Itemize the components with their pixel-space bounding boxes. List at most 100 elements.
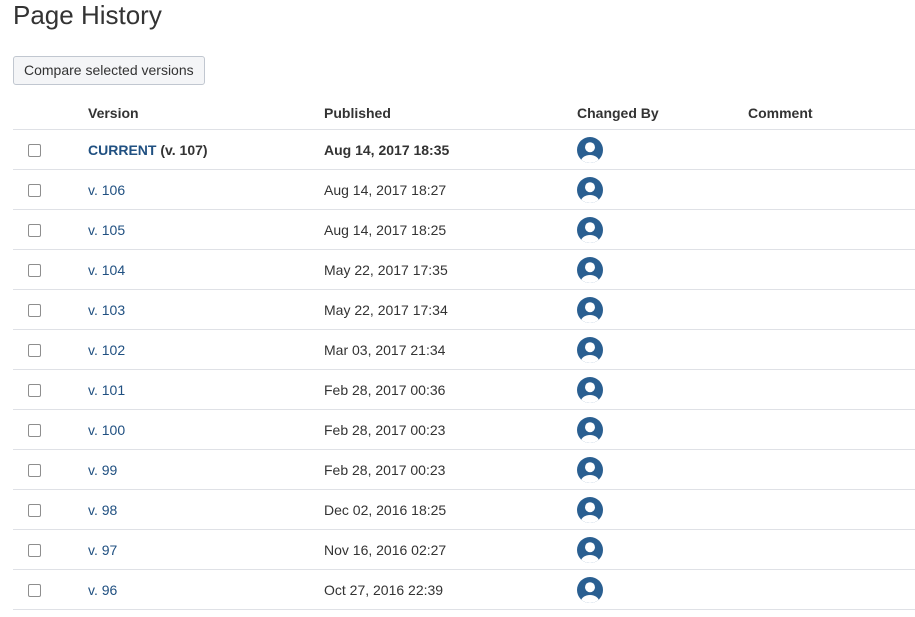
row-select-cell	[13, 169, 88, 210]
header-select	[13, 97, 88, 130]
version-link[interactable]: v. 96	[88, 582, 117, 598]
header-version: Version	[88, 97, 324, 130]
version-link[interactable]: CURRENT	[88, 142, 156, 158]
table-row: v. 102 Mar 03, 2017 21:34	[13, 329, 915, 370]
row-comment-cell	[748, 529, 915, 570]
version-link[interactable]: v. 105	[88, 222, 125, 238]
table-row: v. 101 Feb 28, 2017 00:36	[13, 369, 915, 410]
user-avatar-icon[interactable]	[577, 536, 603, 563]
row-version-cell: v. 103	[88, 289, 324, 330]
published-date: Aug 14, 2017 18:25	[324, 221, 447, 238]
row-comment-cell	[748, 289, 915, 330]
row-select-cell	[13, 529, 88, 570]
user-avatar-icon[interactable]	[577, 456, 603, 483]
row-select-cell	[13, 329, 88, 370]
row-version-cell: v. 98	[88, 489, 324, 530]
user-avatar-icon[interactable]	[577, 376, 603, 403]
table-row: v. 97 Nov 16, 2016 02:27	[13, 529, 915, 570]
page-title: Page History	[13, 0, 162, 30]
row-published-cell: Aug 14, 2017 18:25	[324, 209, 577, 250]
version-checkbox[interactable]	[28, 184, 41, 198]
row-comment-cell	[748, 489, 915, 530]
version-checkbox[interactable]	[28, 584, 41, 598]
row-comment-cell	[748, 209, 915, 250]
row-changed-by-cell	[577, 409, 748, 450]
version-checkbox[interactable]	[28, 424, 41, 438]
row-published-cell: Nov 16, 2016 02:27	[324, 529, 577, 570]
table-row: v. 103 May 22, 2017 17:34	[13, 289, 915, 330]
row-version-cell: v. 96	[88, 569, 324, 610]
table-row: v. 99 Feb 28, 2017 00:23	[13, 449, 915, 490]
row-published-cell: Mar 03, 2017 21:34	[324, 329, 577, 370]
row-published-cell: May 22, 2017 17:35	[324, 249, 577, 290]
user-avatar-icon[interactable]	[577, 256, 603, 283]
row-comment-cell	[748, 569, 915, 610]
user-avatar-icon[interactable]	[577, 216, 603, 243]
version-checkbox[interactable]	[28, 464, 41, 478]
version-history-table: Version Published Changed By Comment CUR…	[13, 97, 915, 610]
user-avatar-icon[interactable]	[577, 416, 603, 443]
table-row: v. 106 Aug 14, 2017 18:27	[13, 169, 915, 210]
row-changed-by-cell	[577, 489, 748, 530]
user-avatar-icon[interactable]	[577, 336, 603, 363]
row-published-cell: Aug 14, 2017 18:35	[324, 129, 577, 170]
published-date: Dec 02, 2016 18:25	[324, 501, 447, 518]
user-avatar-icon[interactable]	[577, 136, 603, 163]
row-version-cell: v. 101	[88, 369, 324, 410]
version-checkbox[interactable]	[28, 264, 41, 278]
table-row: v. 96 Oct 27, 2016 22:39	[13, 569, 915, 610]
user-avatar-icon[interactable]	[577, 496, 603, 523]
user-avatar-icon[interactable]	[577, 176, 603, 203]
user-avatar-icon[interactable]	[577, 296, 603, 323]
row-changed-by-cell	[577, 209, 748, 250]
row-select-cell	[13, 129, 88, 170]
row-changed-by-cell	[577, 289, 748, 330]
header-changed-by: Changed By	[577, 97, 748, 130]
row-version-cell: v. 100	[88, 409, 324, 450]
row-select-cell	[13, 409, 88, 450]
header-published: Published	[324, 97, 577, 130]
published-date: Feb 28, 2017 00:23	[324, 421, 446, 438]
version-link[interactable]: v. 106	[88, 182, 125, 198]
row-changed-by-cell	[577, 369, 748, 410]
row-changed-by-cell	[577, 129, 748, 170]
version-checkbox[interactable]	[28, 144, 41, 158]
row-comment-cell	[748, 329, 915, 370]
version-link[interactable]: v. 104	[88, 262, 125, 278]
published-date: Aug 14, 2017 18:27	[324, 181, 447, 198]
version-link[interactable]: v. 99	[88, 462, 117, 478]
row-select-cell	[13, 289, 88, 330]
published-date: May 22, 2017 17:34	[324, 301, 448, 318]
header-comment: Comment	[748, 97, 915, 130]
version-link[interactable]: v. 100	[88, 422, 125, 438]
row-version-cell: v. 106	[88, 169, 324, 210]
published-date: Mar 03, 2017 21:34	[324, 341, 446, 358]
row-version-cell: CURRENT (v. 107)	[88, 129, 324, 170]
version-checkbox[interactable]	[28, 544, 41, 558]
version-link[interactable]: v. 101	[88, 382, 125, 398]
published-date: Nov 16, 2016 02:27	[324, 541, 447, 558]
row-changed-by-cell	[577, 329, 748, 370]
version-checkbox[interactable]	[28, 304, 41, 318]
published-date: Feb 28, 2017 00:23	[324, 461, 446, 478]
row-version-cell: v. 105	[88, 209, 324, 250]
row-changed-by-cell	[577, 169, 748, 210]
version-link[interactable]: v. 98	[88, 502, 117, 518]
row-published-cell: Feb 28, 2017 00:23	[324, 409, 577, 450]
version-checkbox[interactable]	[28, 344, 41, 358]
row-select-cell	[13, 489, 88, 530]
table-row: CURRENT (v. 107) Aug 14, 2017 18:35	[13, 129, 915, 170]
user-avatar-icon[interactable]	[577, 576, 603, 603]
version-link[interactable]: v. 97	[88, 542, 117, 558]
version-link[interactable]: v. 103	[88, 302, 125, 318]
row-comment-cell	[748, 249, 915, 290]
version-checkbox[interactable]	[28, 224, 41, 238]
version-checkbox[interactable]	[28, 384, 41, 398]
version-checkbox[interactable]	[28, 504, 41, 518]
version-history-body: CURRENT (v. 107) Aug 14, 2017 18:35 v. 1…	[13, 129, 915, 610]
row-comment-cell	[748, 129, 915, 170]
row-changed-by-cell	[577, 569, 748, 610]
row-published-cell: Feb 28, 2017 00:36	[324, 369, 577, 410]
compare-selected-versions-button[interactable]: Compare selected versions	[13, 56, 205, 85]
version-link[interactable]: v. 102	[88, 342, 125, 358]
